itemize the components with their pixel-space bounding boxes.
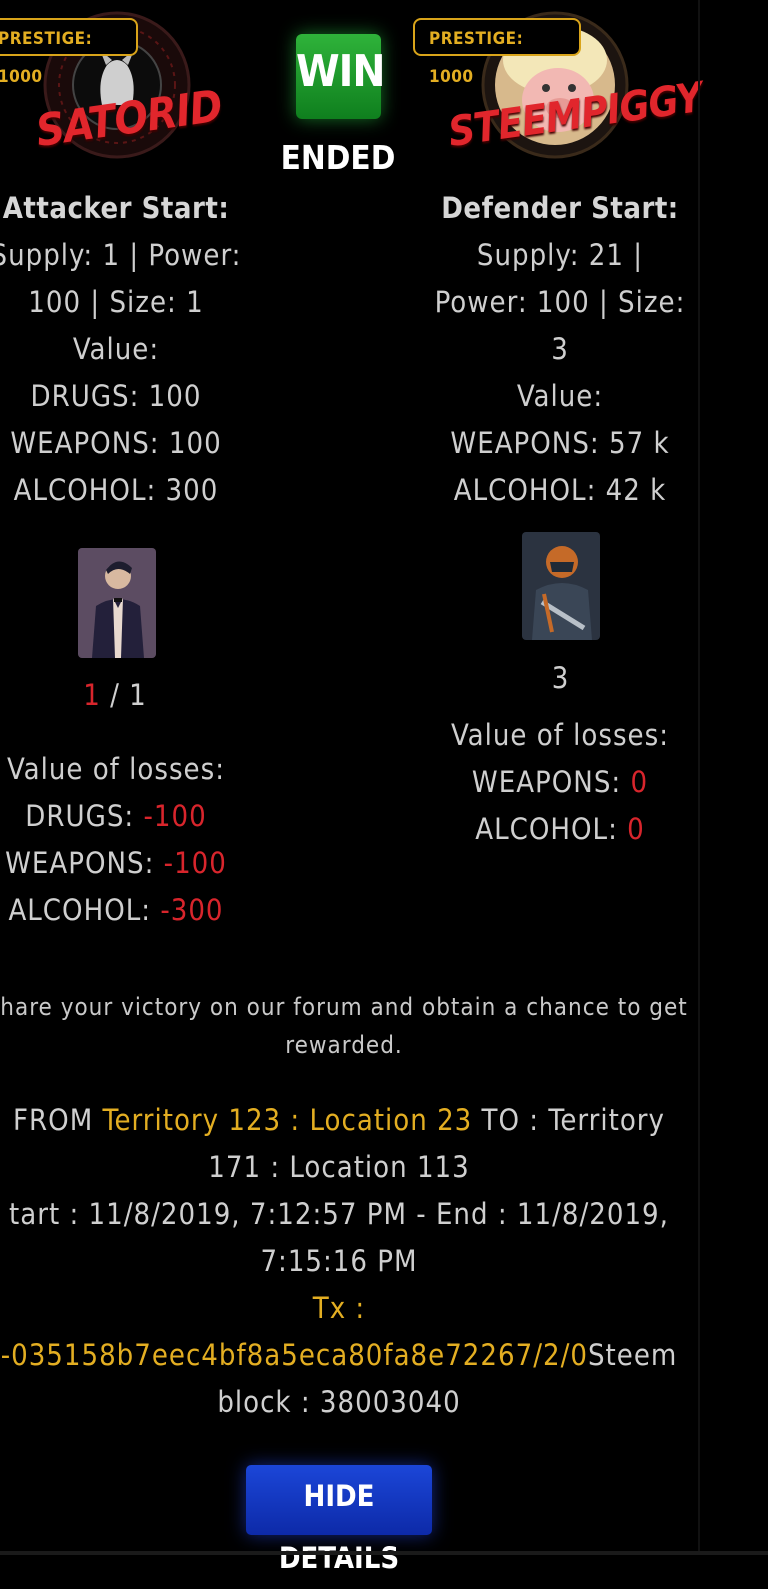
loss-value: -100 (143, 799, 207, 833)
defender-value-alcohol: ALCOHOL: 42 k (453, 473, 667, 507)
attacker-value-label: Value: (72, 332, 160, 366)
time-line: tart : 11/8/2019, 7:12:57 PM - End : 11/… (9, 1197, 669, 1231)
attacker-value-drugs: DRUGS: 100 (30, 379, 202, 413)
gangster-unit-icon (78, 548, 156, 658)
loss-label: DRUGS: (25, 799, 144, 833)
attacker-stats-line: 100 | Size: 1 (28, 285, 204, 319)
attacker-units-count: 1 / 1 (60, 672, 170, 719)
attacker-units-lost: 1 (83, 678, 101, 712)
battle-status: ENDED (280, 138, 396, 177)
attacker-value-weapons: WEAPONS: 100 (10, 426, 222, 460)
defender-stats: Defender Start: Supply: 21 | Power: 100 … (425, 185, 695, 514)
frame-divider (698, 0, 700, 1555)
defender-loss-weapons: WEAPONS: 0 (425, 759, 695, 806)
defender-value-label: Value: (516, 379, 604, 413)
attacker-value-alcohol: ALCOHOL: 300 (13, 473, 219, 507)
attacker-unit-card[interactable] (78, 548, 156, 658)
route-line: 171 : Location 113 (208, 1150, 470, 1184)
defender-losses-title: Value of losses: (451, 718, 669, 752)
soldier-unit-icon (522, 532, 600, 640)
defender-units-count: 3 (551, 661, 569, 695)
from-label: FROM (13, 1103, 103, 1137)
block-line: block : 38003040 (217, 1385, 461, 1419)
attacker-loss-alcohol: ALCOHOL: -300 (0, 887, 242, 934)
defender-stats-line: Supply: 21 | (476, 238, 644, 272)
share-line: rewarded. (285, 1031, 403, 1059)
tx-line: -035158b7eec4bf8a5eca80fa8e72267/2/0Stee… (0, 1332, 684, 1379)
time-line: 7:15:16 PM (260, 1244, 418, 1278)
tx-link[interactable]: -035158b7eec4bf8a5eca80fa8e72267/2/0 (1, 1338, 588, 1372)
attacker-losses-title: Value of losses: (7, 752, 225, 786)
defender-prestige-badge: PRESTIGE: 1000 (413, 18, 581, 87)
defender-start-title: Defender Start: (441, 191, 679, 225)
loss-value: -100 (163, 846, 227, 880)
share-message: hare your victory on our forum and obtai… (0, 988, 694, 1064)
block-prefix: Steem (587, 1338, 678, 1372)
attacker-start-title: Attacker Start: (2, 191, 230, 225)
attacker-losses: Value of losses: DRUGS: -100 WEAPONS: -1… (0, 746, 242, 934)
attacker-units-total: / 1 (110, 678, 147, 712)
route-line: FROM Territory 123 : Location 23 TO : Te… (0, 1097, 684, 1144)
attacker-stats: Attacker Start: Supply: 1 | Power: 100 |… (0, 185, 242, 514)
defender-losses: Value of losses: WEAPONS: 0 ALCOHOL: 0 (425, 712, 695, 853)
tx-label: Tx : (312, 1291, 366, 1325)
attacker-stats-line: Supply: 1 | Power: (0, 238, 242, 272)
frame-bottom (0, 1551, 768, 1555)
defender-stats-line: Power: 100 | Size: (434, 285, 686, 319)
battle-details: FROM Territory 123 : Location 23 TO : Te… (0, 1097, 684, 1426)
to-label: TO : Territory (472, 1103, 665, 1137)
loss-label: ALCOHOL: (8, 893, 161, 927)
attacker-loss-weapons: WEAPONS: -100 (0, 840, 242, 887)
loss-label: WEAPONS: (5, 846, 164, 880)
loss-label: WEAPONS: (471, 765, 631, 799)
attacker-prestige-badge: PRESTIGE: 1000 (0, 18, 138, 87)
loss-value: -300 (160, 893, 224, 927)
hide-details-button[interactable]: HIDE DETAILS (246, 1465, 432, 1575)
share-line: hare your victory on our forum and obtai… (0, 993, 688, 1021)
loss-label: ALCOHOL: (475, 812, 628, 846)
defender-value-weapons: WEAPONS: 57 k (450, 426, 670, 460)
defender-unit-card[interactable] (522, 532, 600, 640)
defender-loss-alcohol: ALCOHOL: 0 (425, 806, 695, 853)
win-badge: WIN (296, 34, 386, 119)
from-location-link[interactable]: Territory 123 : Location 23 (103, 1103, 473, 1137)
attacker-loss-drugs: DRUGS: -100 (0, 793, 242, 840)
loss-value: 0 (630, 765, 649, 799)
defender-stats-line: 3 (551, 332, 569, 366)
loss-value: 0 (627, 812, 645, 846)
